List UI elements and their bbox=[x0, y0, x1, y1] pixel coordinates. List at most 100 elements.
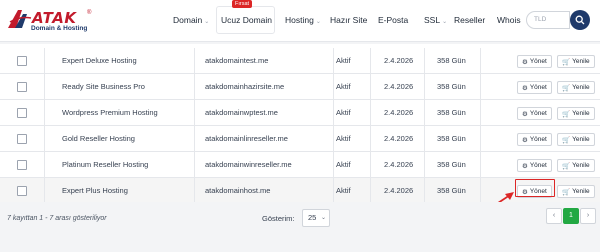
due-date: 2.4.2026 bbox=[384, 108, 414, 117]
table-row: Expert Deluxe Hosting atakdomaintest.me … bbox=[0, 48, 600, 74]
product-name: Wordpress Premium Hosting bbox=[62, 108, 158, 117]
divider bbox=[333, 126, 334, 152]
tld-search-input[interactable]: TLD bbox=[526, 11, 570, 29]
cart-icon: 🛒 bbox=[562, 84, 571, 92]
row-checkbox[interactable] bbox=[17, 108, 27, 118]
manage-button[interactable]: ⚙ Yönet bbox=[517, 81, 552, 94]
divider bbox=[44, 126, 45, 152]
row-checkbox[interactable] bbox=[17, 160, 27, 170]
divider bbox=[333, 74, 334, 100]
renew-label: Yenile bbox=[572, 162, 590, 169]
divider bbox=[480, 74, 481, 100]
chevron-down-icon: ⌄ bbox=[315, 19, 321, 25]
due-date: 2.4.2026 bbox=[384, 82, 414, 91]
divider bbox=[44, 48, 45, 74]
logo-registered: ® bbox=[87, 10, 92, 16]
renew-button[interactable]: 🛒 Yenile bbox=[557, 81, 595, 94]
page-size-select[interactable]: 25 ⌄ bbox=[302, 209, 330, 227]
nav-label: Reseller bbox=[454, 15, 486, 25]
table-footer: 7 kayıttan 1 - 7 arası gösteriliyor Göst… bbox=[0, 202, 600, 252]
nav-item-hazir-site[interactable]: Hazır Site bbox=[330, 15, 367, 25]
due-date: 2.4.2026 bbox=[384, 134, 414, 143]
nav-label: Hosting bbox=[285, 15, 314, 25]
renew-label: Yenile bbox=[572, 188, 590, 195]
divider bbox=[424, 126, 425, 152]
page-size-label: Gösterim: bbox=[262, 214, 295, 223]
nav-label: Hazır Site bbox=[330, 15, 368, 25]
days-left: 358 Gün bbox=[437, 134, 466, 143]
chevron-down-icon: ⌄ bbox=[442, 19, 448, 25]
nav-item-hosting[interactable]: Hosting ⌄ bbox=[285, 15, 321, 25]
divider bbox=[480, 126, 481, 152]
row-checkbox[interactable] bbox=[17, 134, 27, 144]
manage-label: Yönet bbox=[529, 162, 547, 169]
divider bbox=[480, 100, 481, 126]
product-name: Platinum Reseller Hosting bbox=[62, 160, 149, 169]
product-name: Expert Deluxe Hosting bbox=[62, 56, 137, 65]
renew-button[interactable]: 🛒 Yenile bbox=[557, 185, 595, 198]
product-name: Ready Site Business Pro bbox=[62, 82, 145, 91]
nav-item-e-posta[interactable]: E-Posta bbox=[378, 15, 408, 25]
nav-label: SSL bbox=[424, 15, 441, 25]
divider bbox=[194, 178, 195, 204]
divider bbox=[370, 74, 371, 100]
due-date: 2.4.2026 bbox=[384, 56, 414, 65]
divider bbox=[370, 100, 371, 126]
cart-icon: 🛒 bbox=[562, 58, 571, 66]
divider bbox=[424, 152, 425, 178]
divider bbox=[370, 152, 371, 178]
due-date: 2.4.2026 bbox=[384, 160, 414, 169]
page-1-button[interactable]: 1 bbox=[563, 208, 579, 224]
divider bbox=[480, 48, 481, 74]
manage-button[interactable]: ⚙ Yönet bbox=[517, 159, 552, 172]
domain-name: atakdomainlinreseller.me bbox=[205, 134, 288, 143]
divider bbox=[44, 74, 45, 100]
prev-page-button[interactable]: ‹ bbox=[546, 208, 562, 224]
divider bbox=[424, 74, 425, 100]
days-left: 358 Gün bbox=[437, 160, 466, 169]
divider bbox=[370, 178, 371, 204]
gear-icon: ⚙ bbox=[522, 84, 528, 92]
row-checkbox[interactable] bbox=[17, 56, 27, 66]
manage-button[interactable]: ⚙ Yönet bbox=[517, 55, 552, 68]
nav-label: E-Posta bbox=[378, 15, 409, 25]
search-button[interactable] bbox=[570, 10, 590, 30]
divider bbox=[333, 48, 334, 74]
renew-button[interactable]: 🛒 Yenile bbox=[557, 133, 595, 146]
days-left: 358 Gün bbox=[437, 82, 466, 91]
divider bbox=[194, 100, 195, 126]
row-checkbox[interactable] bbox=[17, 82, 27, 92]
highlight-box bbox=[515, 179, 555, 197]
manage-button[interactable]: ⚙ Yönet bbox=[517, 107, 552, 120]
divider bbox=[370, 48, 371, 74]
logo[interactable]: ATAK ® Domain & Hosting bbox=[6, 8, 98, 34]
status: Aktif bbox=[336, 82, 351, 91]
status: Aktif bbox=[336, 160, 351, 169]
renew-button[interactable]: 🛒 Yenile bbox=[557, 55, 595, 68]
cart-icon: 🛒 bbox=[562, 162, 571, 170]
search-icon bbox=[575, 15, 585, 25]
manage-label: Yönet bbox=[529, 84, 547, 91]
row-checkbox[interactable] bbox=[17, 186, 27, 196]
next-page-button[interactable]: › bbox=[580, 208, 596, 224]
divider bbox=[333, 178, 334, 204]
renew-button[interactable]: 🛒 Yenile bbox=[557, 107, 595, 120]
records-summary: 7 kayıttan 1 - 7 arası gösteriliyor bbox=[7, 215, 107, 222]
renew-button[interactable]: 🛒 Yenile bbox=[557, 159, 595, 172]
manage-button[interactable]: ⚙ Yönet bbox=[517, 133, 552, 146]
nav-item-ssl[interactable]: SSL ⌄ bbox=[424, 15, 447, 25]
divider bbox=[44, 100, 45, 126]
divider bbox=[333, 100, 334, 126]
domain-name: atakdomainhost.me bbox=[205, 186, 271, 195]
divider bbox=[194, 48, 195, 74]
divider bbox=[194, 126, 195, 152]
logo-subtitle: Domain & Hosting bbox=[31, 25, 88, 32]
renew-label: Yenile bbox=[572, 136, 590, 143]
nav-item-domain[interactable]: Domain ⌄ bbox=[173, 15, 209, 25]
top-navbar: ATAK ® Domain & Hosting Domain ⌄ Ucuz Dom… bbox=[0, 0, 600, 42]
services-table: Expert Deluxe Hosting atakdomaintest.me … bbox=[0, 44, 600, 204]
nav-label: Whois bbox=[497, 15, 521, 25]
nav-item-reseller[interactable]: Reseller bbox=[454, 15, 485, 25]
page: ATAK ® Domain & Hosting Domain ⌄ Ucuz Dom… bbox=[0, 0, 600, 252]
nav-item-whois[interactable]: Whois bbox=[497, 15, 521, 25]
